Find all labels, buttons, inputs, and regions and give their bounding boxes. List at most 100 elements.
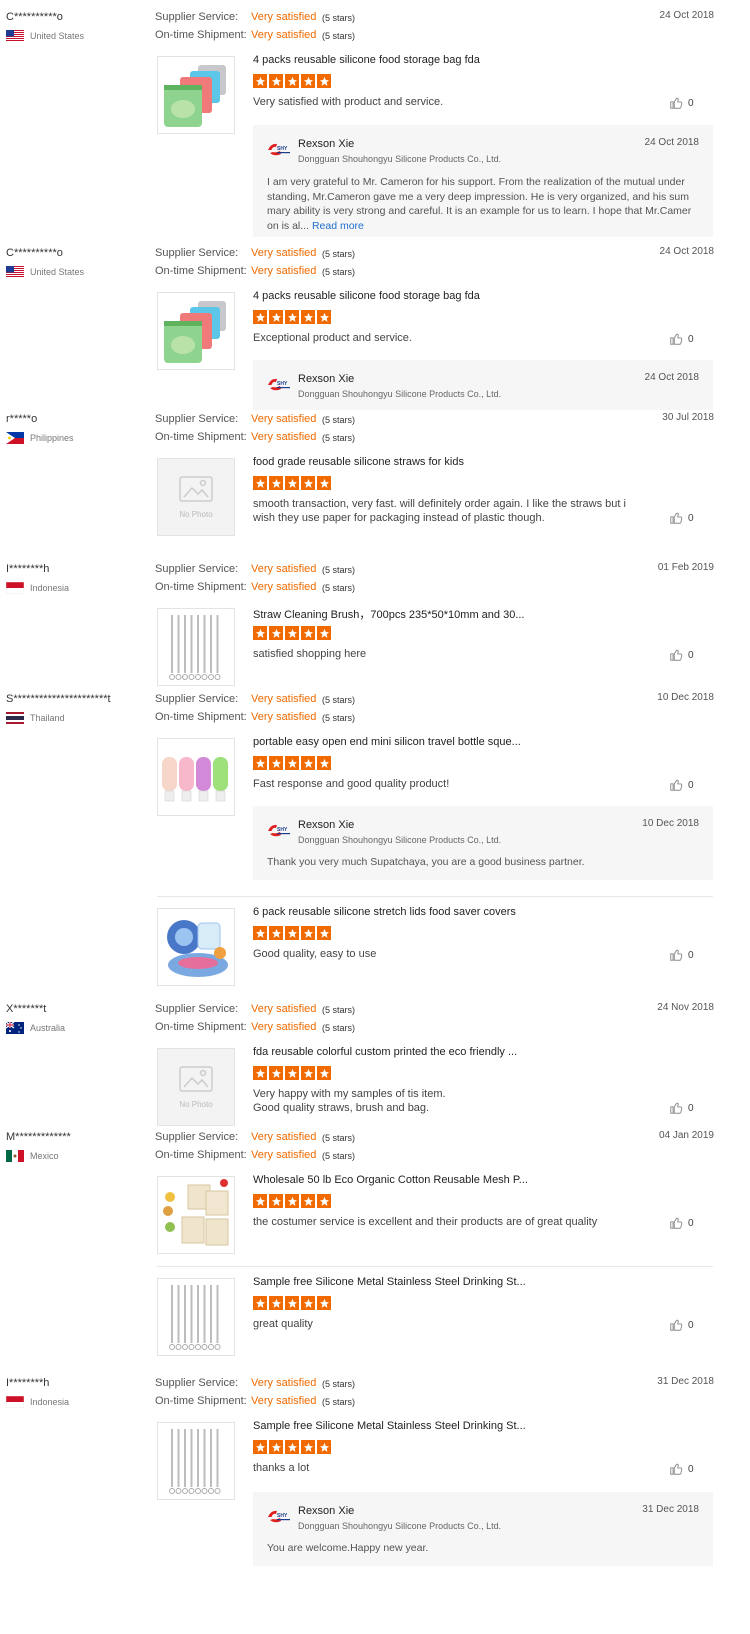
review-divider xyxy=(157,896,713,897)
product-thumbnail[interactable] xyxy=(157,738,235,816)
ontime-shipment-stars: (5 stars) xyxy=(322,583,356,593)
product-title-link[interactable]: food grade reusable silicone straws for … xyxy=(253,456,464,468)
supplier-reply: SHY Rexson Xie Dongguan Shouhongyu Silicon… xyxy=(253,1492,713,1566)
supplier-service-value: Very satisfied xyxy=(251,693,317,705)
ontime-shipment-value: Very satisfied xyxy=(251,29,317,41)
review-date: 24 Nov 2018 xyxy=(657,1002,714,1013)
helpful-button[interactable]: 0 xyxy=(669,511,694,525)
product-thumbnail[interactable]: No Photo xyxy=(157,458,235,536)
ontime-shipment-value: Very satisfied xyxy=(251,711,317,723)
ontime-shipment-value: Very satisfied xyxy=(251,1395,317,1407)
supplier-service-stars: (5 stars) xyxy=(322,249,356,259)
star-icon xyxy=(301,1296,315,1310)
star-icon xyxy=(317,626,331,640)
reviewer-name: I********h xyxy=(6,563,50,575)
flag-id-icon xyxy=(6,582,24,594)
product-title-link[interactable]: Wholesale 50 lb Eco Organic Cotton Reusa… xyxy=(253,1174,528,1186)
helpful-button[interactable]: 0 xyxy=(669,96,694,110)
read-more-link[interactable]: Read more xyxy=(312,220,364,232)
helpful-count: 0 xyxy=(688,1217,694,1229)
reviewer-country: Australia xyxy=(6,1022,65,1034)
helpful-button[interactable]: 0 xyxy=(669,1101,694,1115)
star-icon xyxy=(253,626,267,640)
product-thumbnail[interactable]: No Photo xyxy=(157,1048,235,1126)
reviewer-name: I********h xyxy=(6,1377,50,1389)
reply-text: on is al... xyxy=(267,219,310,232)
supplier-service-value: Very satisfied xyxy=(251,1003,317,1015)
review-date: 10 Dec 2018 xyxy=(657,692,714,703)
helpful-button[interactable]: 0 xyxy=(669,1462,694,1476)
review-text: Very happy with my samples of tis item. G… xyxy=(253,1087,633,1115)
ontime-shipment-value: Very satisfied xyxy=(251,431,317,443)
reviewer-name: C**********o xyxy=(6,247,63,259)
supplier-service-label: Supplier Service: xyxy=(155,247,239,259)
helpful-button[interactable]: 0 xyxy=(669,332,694,346)
product-thumbnail[interactable] xyxy=(157,56,235,134)
star-icon xyxy=(301,926,315,940)
star-icon xyxy=(253,1066,267,1080)
svg-text:SHY: SHY xyxy=(277,827,288,833)
star-icon xyxy=(269,756,283,770)
product-title-link[interactable]: Sample free Silicone Metal Stainless Ste… xyxy=(253,1276,526,1288)
product-thumbnail[interactable] xyxy=(157,1176,235,1254)
ontime-shipment-stars: (5 stars) xyxy=(322,267,356,277)
rating-stars xyxy=(253,926,331,940)
product-title-link[interactable]: 4 packs reusable silicone food storage b… xyxy=(253,54,480,66)
product-image xyxy=(158,909,234,985)
helpful-button[interactable]: 0 xyxy=(669,778,694,792)
thumbs-up-icon xyxy=(669,1216,683,1230)
reviewer-name: C**********o xyxy=(6,11,63,23)
helpful-button[interactable]: 0 xyxy=(669,948,694,962)
helpful-button[interactable]: 0 xyxy=(669,1216,694,1230)
reply-message-line: I am very grateful to Mr. Cameron for hi… xyxy=(267,175,707,190)
star-icon xyxy=(317,1066,331,1080)
star-icon xyxy=(285,476,299,490)
helpful-button[interactable]: 0 xyxy=(669,648,694,662)
star-icon xyxy=(285,1296,299,1310)
star-icon xyxy=(253,476,267,490)
product-thumbnail[interactable] xyxy=(157,292,235,370)
reviewer-name: X*******t xyxy=(6,1003,47,1015)
star-icon xyxy=(285,1066,299,1080)
review-text: the costumer service is excellent and th… xyxy=(253,1216,598,1228)
star-icon xyxy=(285,1440,299,1454)
reviewer-country: United States xyxy=(6,266,84,278)
helpful-button[interactable]: 0 xyxy=(669,1318,694,1332)
product-title-link[interactable]: portable easy open end mini silicon trav… xyxy=(253,736,521,748)
ontime-shipment-label: On-time Shipment: xyxy=(155,265,247,277)
supplier-service-stars: (5 stars) xyxy=(322,1379,356,1389)
supplier-reply-date: 10 Dec 2018 xyxy=(642,818,699,829)
product-thumbnail[interactable] xyxy=(157,1422,235,1500)
product-thumbnail[interactable] xyxy=(157,908,235,986)
supplier-service-label: Supplier Service: xyxy=(155,693,239,705)
ontime-shipment-value: Very satisfied xyxy=(251,1149,317,1161)
product-title-link[interactable]: 6 pack reusable silicone stretch lids fo… xyxy=(253,906,516,918)
rating-stars xyxy=(253,626,331,640)
country-name: Mexico xyxy=(30,1151,59,1161)
ontime-shipment-stars: (5 stars) xyxy=(322,1023,356,1033)
helpful-count: 0 xyxy=(688,512,694,524)
product-title-link[interactable]: 4 packs reusable silicone food storage b… xyxy=(253,290,480,302)
product-thumbnail[interactable] xyxy=(157,608,235,686)
supplier-service-stars: (5 stars) xyxy=(322,1133,356,1143)
rating-stars xyxy=(253,1296,331,1310)
review-text: Good quality, easy to use xyxy=(253,948,377,960)
supplier-reply-date: 31 Dec 2018 xyxy=(642,1504,699,1515)
supplier-logo-icon: SHY xyxy=(267,1508,291,1525)
thumbs-up-icon xyxy=(669,1101,683,1115)
star-icon xyxy=(253,1296,267,1310)
country-name: Thailand xyxy=(30,713,65,723)
supplier-company-name: Dongguan Shouhongyu Silicone Products Co… xyxy=(298,389,502,399)
star-icon xyxy=(317,756,331,770)
star-icon xyxy=(317,476,331,490)
product-title-link[interactable]: Sample free Silicone Metal Stainless Ste… xyxy=(253,1420,526,1432)
review-date: 30 Jul 2018 xyxy=(662,412,714,423)
product-title-link[interactable]: fda reusable colorful custom printed the… xyxy=(253,1046,517,1058)
helpful-count: 0 xyxy=(688,1319,694,1331)
product-title-link[interactable]: Straw Cleaning Brush，700pcs 235*50*10mm … xyxy=(253,606,525,622)
product-image xyxy=(158,1177,234,1253)
review-date: 31 Dec 2018 xyxy=(657,1376,714,1387)
supplier-service-label: Supplier Service: xyxy=(155,413,239,425)
supplier-service-stars: (5 stars) xyxy=(322,415,356,425)
product-thumbnail[interactable] xyxy=(157,1278,235,1356)
